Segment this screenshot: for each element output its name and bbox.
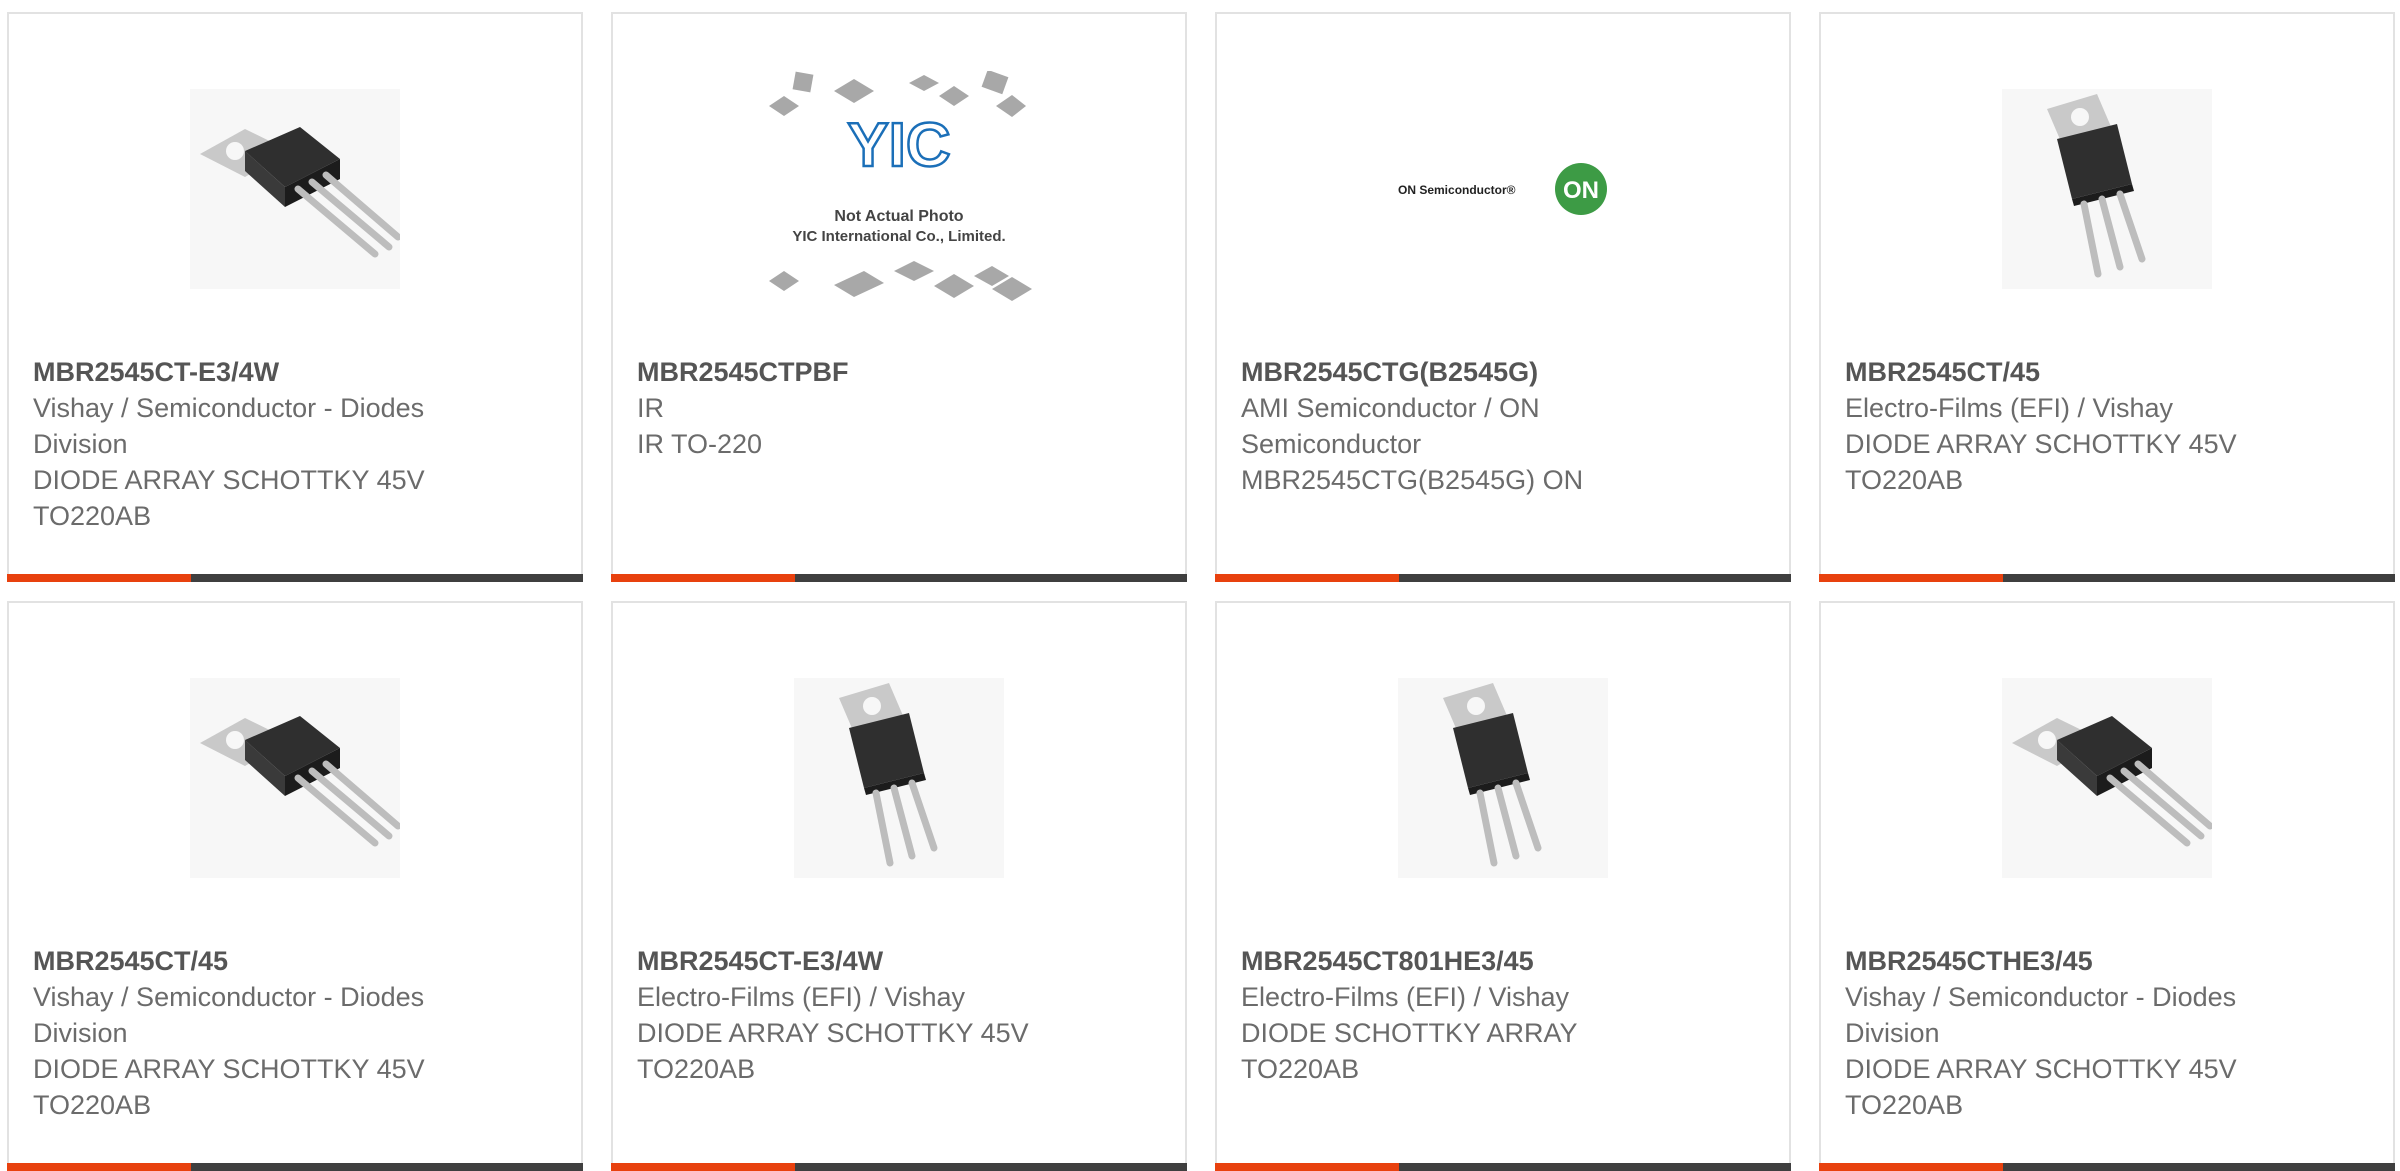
description: DIODE ARRAY SCHOTTKY 45V TO220AB <box>1845 1054 2237 1120</box>
card-bar-accent <box>611 1163 795 1171</box>
product-image[interactable]: ON Semiconductor® ON <box>1217 74 1789 304</box>
description: DIODE ARRAY SCHOTTKY 45V TO220AB <box>33 465 425 531</box>
description: DIODE ARRAY SCHOTTKY 45V TO220AB <box>1845 429 2237 495</box>
manufacturer: Electro-Films (EFI) / Vishay <box>1845 393 2174 423</box>
yic-caption-2: YIC International Co., Limited. <box>792 228 1005 245</box>
manufacturer: AMI Semiconductor / ON Semiconductor <box>1241 393 1540 459</box>
card-bar <box>1819 1163 2395 1171</box>
product-image[interactable] <box>9 74 581 304</box>
manufacturer: Vishay / Semiconductor - Diodes Division <box>33 982 425 1048</box>
card-bar <box>611 574 1187 582</box>
card-bar <box>611 1163 1187 1171</box>
part-number[interactable]: MBR2545CT801HE3/45 <box>1241 943 1765 979</box>
yic-caption-1: Not Actual Photo <box>834 208 963 225</box>
on-semi-wordmark: ON Semiconductor® <box>1398 183 1516 197</box>
part-number[interactable]: MBR2545CTHE3/45 <box>1845 943 2369 979</box>
manufacturer: Electro-Films (EFI) / Vishay <box>1241 982 1570 1012</box>
manufacturer: Electro-Films (EFI) / Vishay <box>637 982 966 1012</box>
to220-angled-icon <box>2002 678 2212 878</box>
card-bar-accent <box>7 574 191 582</box>
card-bar-accent <box>611 574 795 582</box>
product-image[interactable] <box>1821 663 2393 893</box>
to220-angled-icon <box>190 89 400 289</box>
product-card[interactable]: MBR2545CT-E3/4W Vishay / Semiconductor -… <box>7 12 583 582</box>
on-badge: ON <box>1563 177 1599 204</box>
card-bar <box>7 574 583 582</box>
manufacturer: Vishay / Semiconductor - Diodes Division <box>1845 982 2237 1048</box>
product-grid: MBR2545CT-E3/4W Vishay / Semiconductor -… <box>0 0 2400 1171</box>
yic-placeholder-icon: YIC Not Actual Photo YIC International C… <box>769 71 1032 301</box>
product-card[interactable]: MBR2545CT/45 Vishay / Semiconductor - Di… <box>7 601 583 1171</box>
product-image[interactable] <box>1821 74 2393 304</box>
part-number[interactable]: MBR2545CT/45 <box>1845 354 2369 390</box>
card-bar-accent <box>1819 1163 2003 1171</box>
manufacturer: Vishay / Semiconductor - Diodes Division <box>33 393 425 459</box>
manufacturer: IR <box>637 393 664 423</box>
part-number[interactable]: MBR2545CT/45 <box>33 943 557 979</box>
part-number[interactable]: MBR2545CTPBF <box>637 354 1161 390</box>
product-image[interactable] <box>1217 663 1789 893</box>
product-card[interactable]: ON Semiconductor® ON MBR2545CTG(B2545G) … <box>1215 12 1791 582</box>
card-bar <box>7 1163 583 1171</box>
card-bar <box>1819 574 2395 582</box>
part-number[interactable]: MBR2545CT-E3/4W <box>637 943 1161 979</box>
product-image[interactable] <box>613 663 1185 893</box>
card-bar <box>1215 574 1791 582</box>
to220-upright-icon <box>1398 678 1608 878</box>
description: DIODE SCHOTTKY ARRAY TO220AB <box>1241 1018 1578 1084</box>
product-card[interactable]: MBR2545CTHE3/45 Vishay / Semiconductor -… <box>1819 601 2395 1171</box>
product-image[interactable] <box>9 663 581 893</box>
product-card[interactable]: MBR2545CT/45 Electro-Films (EFI) / Visha… <box>1819 12 2395 582</box>
card-bar <box>1215 1163 1791 1171</box>
to220-angled-icon <box>190 678 400 878</box>
card-bar-accent <box>1215 1163 1399 1171</box>
description: DIODE ARRAY SCHOTTKY 45V TO220AB <box>637 1018 1029 1084</box>
product-card[interactable]: MBR2545CT801HE3/45 Electro-Films (EFI) /… <box>1215 601 1791 1171</box>
description: DIODE ARRAY SCHOTTKY 45V TO220AB <box>33 1054 425 1120</box>
product-card[interactable]: YIC Not Actual Photo YIC International C… <box>611 12 1187 582</box>
card-bar-accent <box>7 1163 191 1171</box>
product-card[interactable]: MBR2545CT-E3/4W Electro-Films (EFI) / Vi… <box>611 601 1187 1171</box>
description: MBR2545CTG(B2545G) ON <box>1241 465 1584 495</box>
on-semi-logo-icon: ON Semiconductor® ON <box>1398 163 1607 215</box>
product-image[interactable]: YIC Not Actual Photo YIC International C… <box>613 71 1185 304</box>
part-number[interactable]: MBR2545CT-E3/4W <box>33 354 557 390</box>
yic-logo-text: YIC <box>847 111 950 180</box>
card-bar-accent <box>1819 574 2003 582</box>
description: IR TO-220 <box>637 429 763 459</box>
card-bar-accent <box>1215 574 1399 582</box>
to220-upright-icon <box>2002 89 2212 289</box>
part-number[interactable]: MBR2545CTG(B2545G) <box>1241 354 1765 390</box>
to220-upright-icon <box>794 678 1004 878</box>
